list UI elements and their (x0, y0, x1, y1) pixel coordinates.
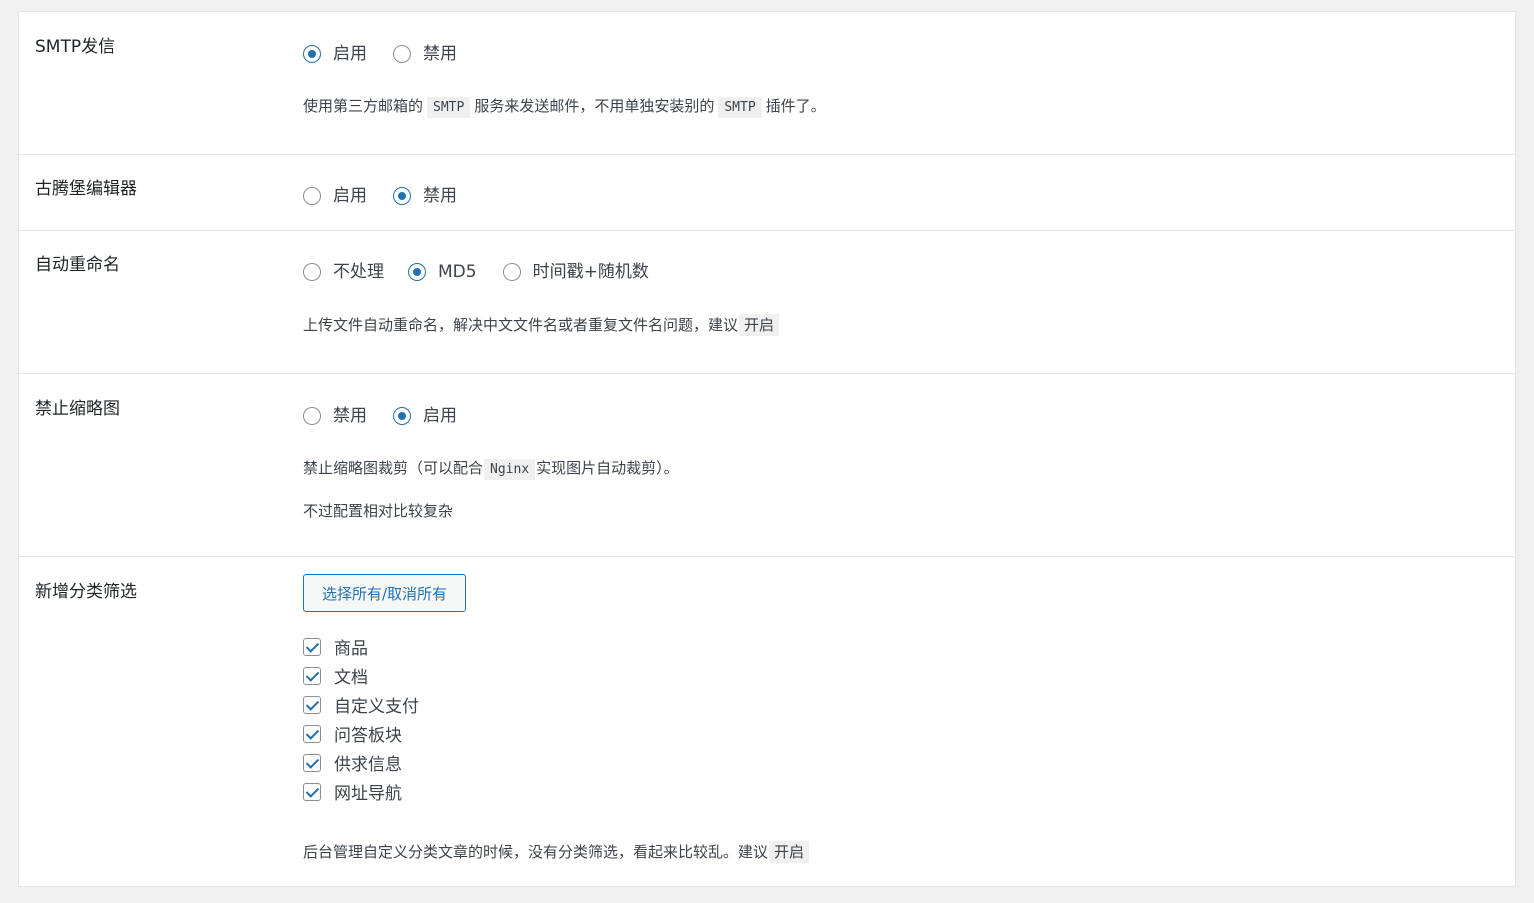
category-checkbox-docs[interactable]: 文档 (303, 661, 419, 690)
rename-radio-group: 不处理 MD5 时间戳+随机数 (303, 259, 675, 285)
checkbox-checked-icon (303, 695, 321, 714)
smtp-radio-group: 启用 禁用 (303, 41, 483, 67)
row-category-filter: 新增分类筛选 选择所有/取消所有 商品 文档 自定义支付 问答板块 供求信息 网… (19, 557, 1515, 887)
thumbnail-description-note: 不过配置相对比较复杂 (303, 502, 454, 520)
category-checkbox-products[interactable]: 商品 (303, 632, 419, 661)
code-snippet: 开启 (739, 314, 780, 336)
rename-option-timestamp[interactable]: 时间戳+随机数 (502, 261, 649, 283)
thumbnail-description: 禁止缩略图裁剪（可以配合 Nginx 实现图片自动裁剪）。 (303, 457, 679, 481)
thumbnail-option-enable[interactable]: 启用 (393, 405, 457, 427)
radio-unchecked-icon (502, 263, 521, 281)
category-checkbox-url-nav[interactable]: 网址导航 (303, 777, 419, 806)
smtp-option-disable[interactable]: 禁用 (393, 43, 457, 65)
category-checkbox-supply-demand[interactable]: 供求信息 (303, 748, 419, 777)
code-snippet: Nginx (484, 459, 536, 480)
category-checklist: 商品 文档 自定义支付 问答板块 供求信息 网址导航 (303, 632, 419, 806)
row-gutenberg: 古腾堡编辑器 启用 禁用 (19, 155, 1515, 231)
checkbox-checked-icon (303, 637, 321, 656)
category-checkbox-qa[interactable]: 问答板块 (303, 719, 419, 748)
radio-unchecked-icon (393, 45, 411, 63)
code-snippet: SMTP (718, 97, 762, 118)
checkbox-checked-icon (303, 782, 321, 801)
row-smtp: SMTP发信 启用 禁用 使用第三方邮箱的 SMTP 服务来发送邮件，不用单独安装别… (19, 12, 1515, 155)
smtp-option-enable[interactable]: 启用 (303, 43, 367, 65)
radio-checked-icon (393, 187, 411, 205)
radio-unchecked-icon (303, 263, 321, 281)
thumbnail-radio-group: 禁用 启用 (303, 403, 483, 429)
row-auto-rename: 自动重命名 不处理 MD5 时间戳+随机数 上传文件自动重命名，解决中文文件名或… (19, 231, 1515, 374)
gutenberg-radio-group: 启用 禁用 (303, 183, 483, 209)
thumbnail-label: 禁止缩略图 (35, 399, 120, 419)
rename-label: 自动重命名 (35, 255, 120, 275)
smtp-description: 使用第三方邮箱的 SMTP 服务来发送邮件，不用单独安装别的 SMTP 插件了。 (303, 95, 826, 119)
radio-checked-icon (303, 45, 321, 63)
rename-description: 上传文件自动重命名，解决中文文件名或者重复文件名问题，建议 开启 (303, 314, 780, 336)
select-all-button[interactable]: 选择所有/取消所有 (303, 574, 466, 612)
radio-checked-icon (408, 263, 426, 281)
gutenberg-label: 古腾堡编辑器 (35, 179, 137, 199)
category-filter-label: 新增分类筛选 (35, 582, 137, 602)
rename-option-none[interactable]: 不处理 (303, 261, 384, 283)
gutenberg-option-disable[interactable]: 禁用 (393, 185, 457, 207)
code-snippet: SMTP (427, 97, 471, 118)
settings-panel: SMTP发信 启用 禁用 使用第三方邮箱的 SMTP 服务来发送邮件，不用单独安装别… (18, 11, 1516, 887)
checkbox-checked-icon (303, 753, 321, 772)
radio-checked-icon (393, 407, 411, 425)
radio-unchecked-icon (303, 187, 321, 205)
radio-unchecked-icon (303, 407, 321, 425)
category-filter-description: 后台管理自定义分类文章的时候，没有分类筛选，看起来比较乱。建议 开启 (303, 841, 810, 863)
category-checkbox-custom-payment[interactable]: 自定义支付 (303, 690, 419, 719)
code-snippet: 开启 (769, 841, 810, 863)
rename-option-md5[interactable]: MD5 (408, 261, 477, 283)
checkbox-checked-icon (303, 724, 321, 743)
thumbnail-option-disable[interactable]: 禁用 (303, 405, 367, 427)
row-thumbnail: 禁止缩略图 禁用 启用 禁止缩略图裁剪（可以配合 Nginx 实现图片自动裁剪）。 … (19, 374, 1515, 557)
smtp-label: SMTP发信 (35, 37, 116, 57)
checkbox-checked-icon (303, 666, 321, 685)
gutenberg-option-enable[interactable]: 启用 (303, 185, 367, 207)
